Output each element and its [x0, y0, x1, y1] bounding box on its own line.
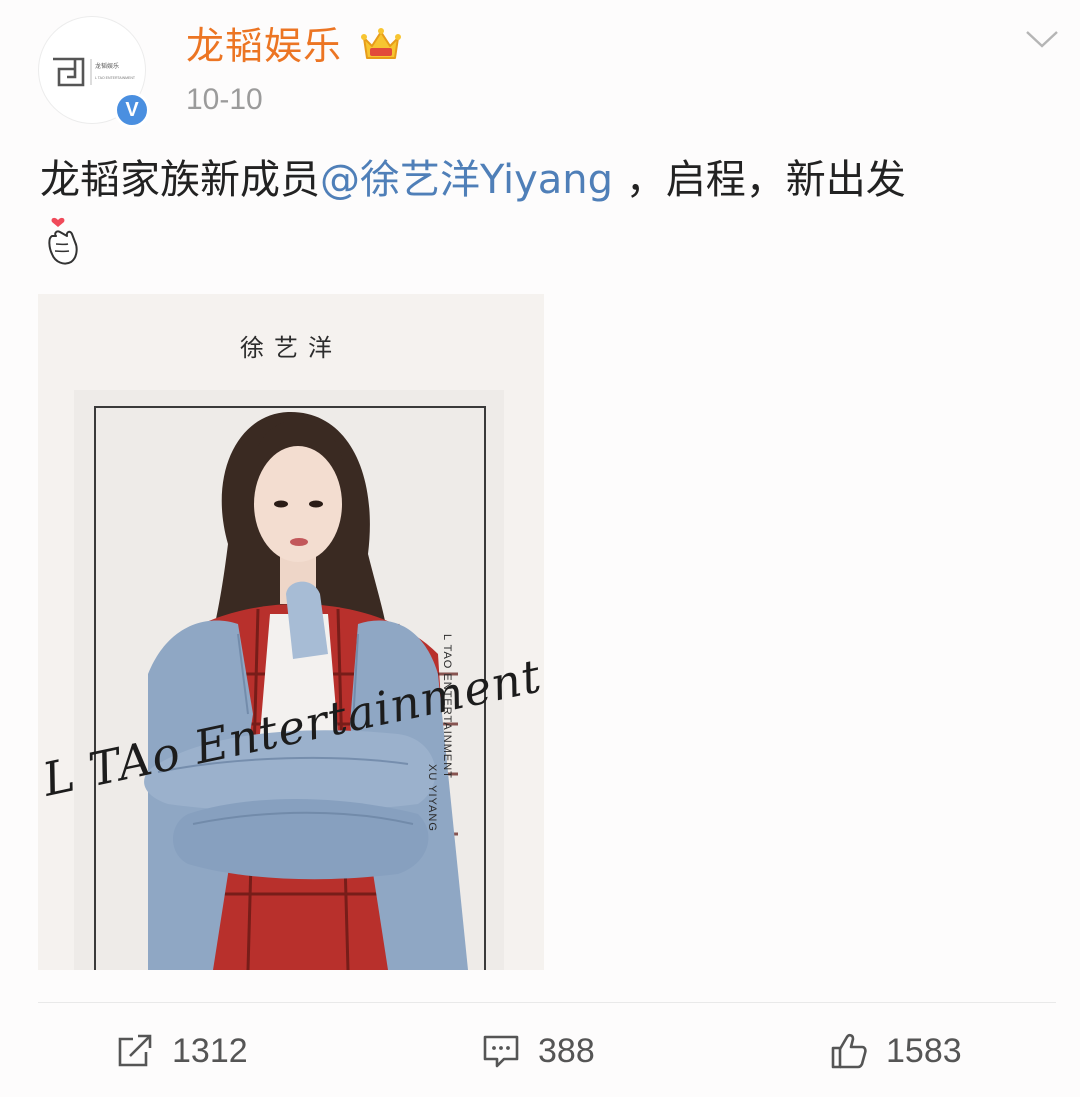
verified-icon: V — [114, 92, 150, 128]
crown-icon — [361, 28, 401, 59]
finger-heart-icon — [48, 217, 78, 265]
post-text: 龙韬家族新成员@徐艺洋Yiyang ，启程，新出发 — [40, 152, 1050, 208]
repost-button[interactable]: 1312 — [116, 1029, 248, 1073]
thumbs-up-icon — [831, 1033, 867, 1069]
post-text-tail: ，启程，新出发 — [613, 157, 906, 203]
post-date: 10-10 — [186, 83, 263, 116]
weibo-post: 龙韬娱乐 L TAO ENTERTAINMENT V 龙韬娱乐 10-10 龙韬… — [0, 0, 1080, 1097]
post-text-main: 龙韬家族新成员 — [40, 157, 320, 203]
chevron-down-icon[interactable] — [1024, 28, 1060, 50]
post-image[interactable]: 徐艺洋 L TAO ENTERTAINMENT XU YIYANG L TAo … — [38, 294, 544, 970]
comment-button[interactable]: 388 — [482, 1029, 595, 1073]
like-count: 1583 — [886, 1031, 962, 1070]
comment-count: 388 — [538, 1031, 595, 1070]
portrait-illustration — [144, 411, 468, 970]
mention-link[interactable]: @徐艺洋Yiyang — [320, 157, 613, 203]
photo-side-name: XU YIYANG — [426, 764, 438, 832]
repost-count: 1312 — [172, 1031, 248, 1070]
comment-icon — [483, 1035, 519, 1068]
share-icon — [118, 1034, 152, 1067]
avatar-logo-text: 龙韬娱乐 — [95, 62, 119, 70]
ltao-logo-icon: 龙韬娱乐 L TAO ENTERTAINMENT — [53, 57, 136, 87]
like-button[interactable]: 1583 — [830, 1029, 962, 1073]
action-bar: 1312 388 1583 — [0, 1003, 1080, 1097]
photo-title: 徐艺洋 — [240, 334, 342, 362]
avatar-logo-subtext: L TAO ENTERTAINMENT — [95, 76, 136, 80]
author-name[interactable]: 龙韬娱乐 — [186, 22, 342, 70]
